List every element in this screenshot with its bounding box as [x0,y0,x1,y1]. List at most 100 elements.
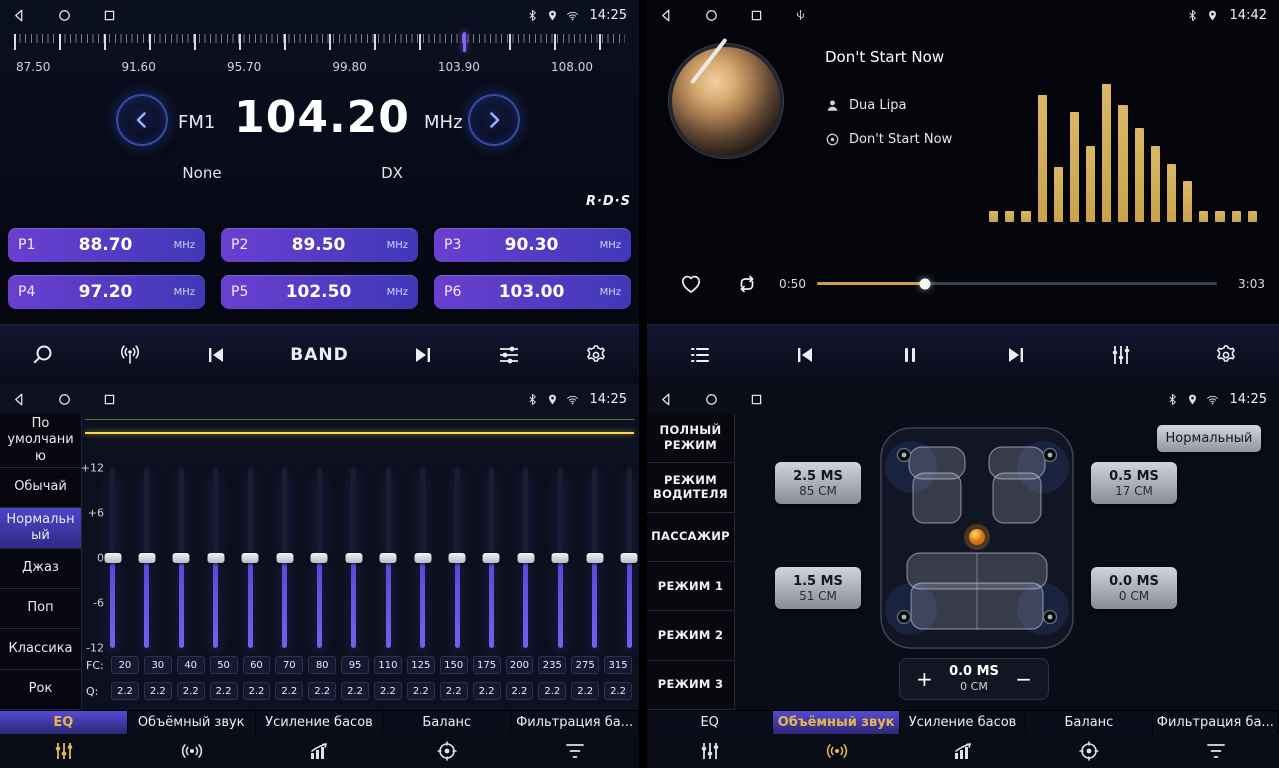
progress-knob[interactable] [920,278,931,289]
eq-preset-item[interactable]: Обычай [0,468,81,508]
settings-button[interactable] [1208,337,1244,373]
nav-recents-icon[interactable] [749,8,764,23]
filter-icon[interactable] [511,734,639,768]
radio-preset-p2[interactable]: P289.50MHz [221,228,418,262]
eq-slider-handle[interactable] [104,553,121,563]
tab-filter[interactable]: Фильтрация ба... [511,711,639,734]
band-button[interactable]: BAND [284,339,354,371]
eq-band-slider[interactable] [144,468,149,648]
field-mode-item[interactable]: РЕЖИМ ВОДИТЕЛЯ [647,463,734,512]
settings-button[interactable] [578,337,614,373]
eq-band-slider[interactable] [179,468,184,648]
next-track-button[interactable] [998,337,1034,373]
playlist-button[interactable] [682,337,718,373]
tune-down-button[interactable] [116,94,168,146]
repeat-button[interactable] [733,270,761,301]
eq-slider-handle[interactable] [552,553,569,563]
radio-preset-p6[interactable]: P6103.00MHz [434,275,631,309]
tab-surround[interactable]: Объёмный звук [128,711,256,734]
surround-icon[interactable] [128,734,256,768]
tune-up-button[interactable] [468,94,520,146]
pause-button[interactable] [892,337,928,373]
tuner-button[interactable] [112,337,148,373]
eq-band-slider[interactable] [351,468,356,648]
field-mode-item[interactable]: РЕЖИМ 3 [647,661,734,710]
tab-eq[interactable]: EQ [0,711,128,734]
nav-recents-icon[interactable] [102,8,117,23]
eq-icon[interactable] [0,734,128,768]
tab-eq[interactable]: EQ [647,711,773,734]
eq-band-slider[interactable] [558,468,563,648]
nav-back-icon[interactable] [12,8,27,23]
eq-slider-handle[interactable] [345,553,362,563]
nav-home-icon[interactable] [57,392,72,407]
tab-bass-boost[interactable]: Усиление басов [900,711,1026,734]
eq-slider-handle[interactable] [621,553,638,563]
nav-recents-icon[interactable] [749,392,764,407]
filter-icon[interactable] [1153,734,1279,768]
nav-recents-icon[interactable] [102,392,117,407]
eq-band-slider[interactable] [282,468,287,648]
delay-front-right-button[interactable]: 0.5 MS 17 CM [1091,462,1177,504]
surround-icon[interactable] [773,734,899,768]
decrease-delay-button[interactable]: − [1011,669,1036,689]
eq-band-slider[interactable] [592,468,597,648]
progress-slider[interactable] [817,282,1217,285]
eq-band-slider[interactable] [523,468,528,648]
eq-band-slider[interactable] [455,468,460,648]
eq-band-slider[interactable] [386,468,391,648]
increase-delay-button[interactable]: + [912,669,937,689]
eq-slider-handle[interactable] [414,553,431,563]
eq-band-slider[interactable] [213,468,218,648]
delay-rear-right-button[interactable]: 0.0 MS 0 CM [1091,567,1177,609]
field-mode-item[interactable]: РЕЖИМ 1 [647,562,734,611]
nav-back-icon[interactable] [12,392,27,407]
radio-preset-p3[interactable]: P390.30MHz [434,228,631,262]
balance-icon[interactable] [383,734,511,768]
eq-preset-item[interactable]: Рок [0,670,81,710]
nav-home-icon[interactable] [704,8,719,23]
tab-balance[interactable]: Баланс [1026,711,1152,734]
eq-slider-handle[interactable] [380,553,397,563]
mixer-button[interactable] [1103,337,1139,373]
tab-surround[interactable]: Объёмный звук [773,711,899,734]
nav-back-icon[interactable] [659,392,674,407]
delay-rear-left-button[interactable]: 1.5 MS 51 CM [775,567,861,609]
scan-button[interactable] [25,337,61,373]
radio-preset-p1[interactable]: P188.70MHz [8,228,205,262]
eq-slider-handle[interactable] [449,553,466,563]
eq-band-slider[interactable] [110,468,115,648]
eq-band-slider[interactable] [317,468,322,648]
frequency-scale[interactable]: 87.50 91.60 95.70 99.80 103.90 108.00 [0,32,639,80]
eq-slider-handle[interactable] [138,553,155,563]
delay-front-left-button[interactable]: 2.5 MS 85 CM [775,462,861,504]
field-mode-item[interactable]: ПАССАЖИР [647,513,734,562]
tab-bass-boost[interactable]: Усиление басов [256,711,384,734]
eq-band-slider[interactable] [248,468,253,648]
sound-preset-button[interactable]: Нормальный [1157,425,1261,452]
nav-home-icon[interactable] [57,8,72,23]
tab-balance[interactable]: Баланс [383,711,511,734]
eq-preset-item[interactable]: Классика [0,629,81,669]
eq-preset-item[interactable]: Поп [0,589,81,629]
eq-band-slider[interactable] [627,468,632,648]
eq-icon[interactable] [647,734,773,768]
eq-slider-handle[interactable] [311,553,328,563]
eq-band-slider[interactable] [420,468,425,648]
eq-preset-item[interactable]: По умолчанию [0,414,81,468]
eq-band-slider[interactable] [489,468,494,648]
bass-boost-icon[interactable] [900,734,1026,768]
field-mode-item[interactable]: РЕЖИМ 2 [647,611,734,660]
bass-boost-icon[interactable] [256,734,384,768]
radio-preset-p4[interactable]: P497.20MHz [8,275,205,309]
eq-slider-handle[interactable] [173,553,190,563]
field-mode-item[interactable]: ПОЛНЫЙ РЕЖИМ [647,414,734,463]
nav-home-icon[interactable] [704,392,719,407]
tab-filter[interactable]: Фильтрация ба... [1153,711,1279,734]
eq-slider-handle[interactable] [517,553,534,563]
eq-preset-item[interactable]: Джаз [0,549,81,589]
eq-slider-handle[interactable] [483,553,500,563]
next-station-button[interactable] [405,337,441,373]
radio-preset-p5[interactable]: P5102.50MHz [221,275,418,309]
eq-slider-handle[interactable] [242,553,259,563]
